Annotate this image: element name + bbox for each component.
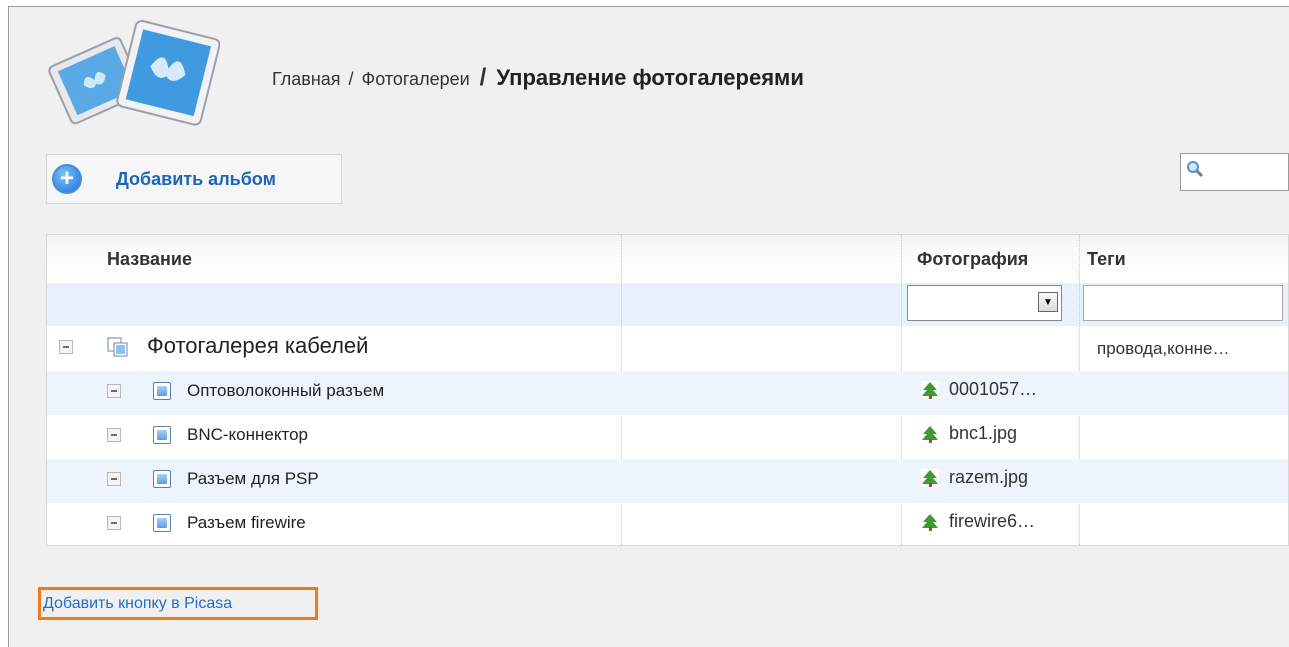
table-row[interactable]: Фотогалерея кабелей провода,конне… (47, 327, 1288, 371)
gallery-name: Фотогалерея кабелей (147, 333, 369, 358)
image-icon (921, 424, 939, 443)
dropdown-arrow-icon[interactable]: ▼ (1038, 292, 1058, 312)
album-name: Оптоволоконный разъем (187, 381, 385, 400)
breadcrumb-home[interactable]: Главная (272, 69, 341, 90)
tags-cell: провода,конне… (1097, 339, 1230, 358)
photo-cell[interactable]: 0001057… (921, 379, 1037, 400)
album-icon (153, 470, 171, 488)
collapse-icon[interactable] (107, 516, 121, 530)
breadcrumb-galleries[interactable]: Фотогалереи (362, 69, 470, 90)
photo-cell[interactable]: firewire6… (921, 511, 1035, 532)
image-icon (921, 468, 939, 487)
breadcrumb-separator: / (348, 69, 354, 89)
collapse-icon[interactable] (107, 472, 121, 486)
breadcrumb: Главная / Фотогалереи / Управление фотог… (272, 64, 804, 92)
add-album-label: Добавить альбом (116, 168, 276, 189)
breadcrumb-separator-bold: / (479, 64, 487, 91)
add-picasa-button-link-box: Добавить кнопку в Picasa (38, 587, 318, 620)
table-row[interactable]: Разъем для PSP razem.jpg (47, 459, 1288, 503)
image-icon (921, 380, 939, 399)
column-header-tags[interactable]: Теги (1087, 249, 1126, 270)
page-title: Управление фотогалереями (496, 65, 804, 90)
album-name: Разъем для PSP (187, 469, 319, 488)
albums-grid: Название Фотография Теги ▼ Фотогалерея к… (46, 234, 1289, 546)
column-header-name[interactable]: Название (107, 249, 192, 270)
table-row[interactable]: Разъем firewire firewire6… (47, 503, 1288, 545)
photo-cell[interactable]: razem.jpg (921, 467, 1028, 488)
photo-filename: 0001057… (949, 379, 1038, 399)
photo-gallery-logo (48, 19, 220, 126)
add-album-button[interactable]: + Добавить альбом (46, 154, 342, 204)
photo-filename: razem.jpg (949, 467, 1029, 487)
search-icon (1187, 161, 1204, 178)
photo-cell[interactable]: bnc1.jpg (921, 423, 1017, 444)
album-icon (153, 426, 171, 444)
search-input[interactable] (1180, 153, 1289, 191)
image-icon (921, 512, 939, 531)
collapse-icon[interactable] (59, 340, 73, 354)
album-icon (153, 514, 171, 532)
album-icon (153, 382, 171, 400)
tags-filter-input[interactable] (1083, 285, 1283, 321)
add-picasa-button-link[interactable]: Добавить кнопку в Picasa (43, 595, 232, 613)
table-row[interactable]: Оптоволоконный разъем 0001057… (47, 371, 1288, 415)
gallery-icon (107, 337, 128, 357)
photo-filename: bnc1.jpg (949, 423, 1018, 443)
album-name: Разъем firewire (187, 513, 306, 532)
album-name: BNC-коннектор (187, 425, 309, 444)
collapse-icon[interactable] (107, 428, 121, 442)
add-icon: + (52, 164, 82, 194)
column-header-photo[interactable]: Фотография (917, 249, 1028, 270)
photo-filename: firewire6… (949, 511, 1036, 531)
table-row[interactable]: BNC-коннектор bnc1.jpg (47, 415, 1288, 459)
collapse-icon[interactable] (107, 384, 121, 398)
photo-filter-select[interactable]: ▼ (907, 285, 1062, 321)
